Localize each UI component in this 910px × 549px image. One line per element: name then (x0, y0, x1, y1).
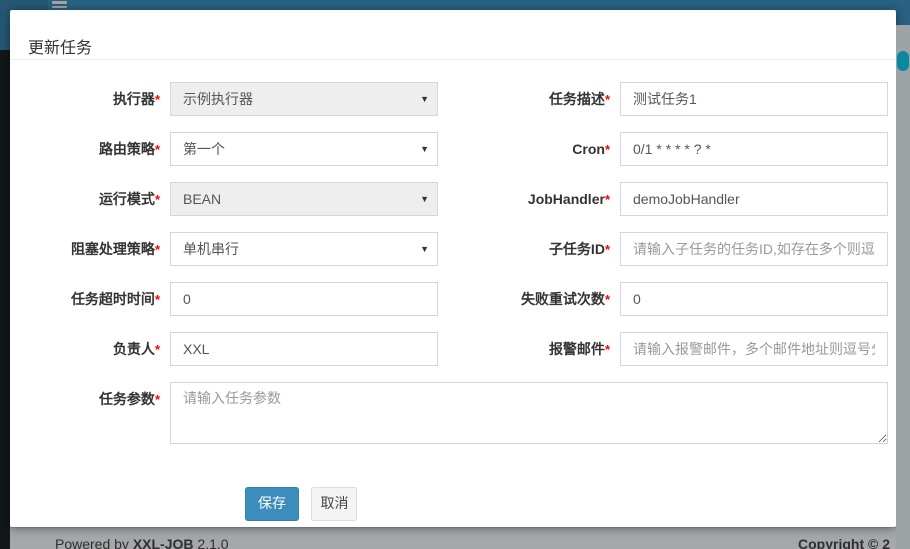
scrollbar-thumb[interactable] (897, 51, 909, 71)
form-row: 运行模式* BEAN ▼ JobHandler* (10, 182, 896, 217)
update-task-form: 执行器* 示例执行器 ▼ 任务描述* 路由策略* 第一个 ▼ Cron* (10, 60, 896, 521)
fail-retry-label: 失败重试次数* (438, 282, 610, 317)
required-marker: * (155, 342, 160, 357)
required-marker: * (155, 192, 160, 207)
block-strategy-select[interactable]: 单机串行 ▼ (170, 232, 438, 266)
chevron-down-icon: ▼ (420, 133, 429, 165)
child-job-id-label: 子任务ID* (438, 232, 610, 267)
modal-header: 更新任务 (10, 10, 896, 60)
form-row: 阻塞处理策略* 单机串行 ▼ 子任务ID* (10, 232, 896, 267)
required-marker: * (155, 392, 160, 407)
required-marker: * (605, 192, 610, 207)
timeout-input[interactable] (170, 282, 438, 316)
alarm-email-input[interactable] (620, 332, 888, 366)
child-job-id-input[interactable] (620, 232, 888, 266)
job-desc-input[interactable] (620, 82, 888, 116)
author-label: 负责人* (10, 332, 160, 367)
cron-input[interactable] (620, 132, 888, 166)
chevron-down-icon: ▼ (420, 233, 429, 265)
required-marker: * (155, 292, 160, 307)
alarm-email-label: 报警邮件* (438, 332, 610, 367)
timeout-label: 任务超时时间* (10, 282, 160, 317)
fail-retry-input[interactable] (620, 282, 888, 316)
job-desc-label: 任务描述* (438, 82, 610, 117)
route-strategy-label: 路由策略* (10, 132, 160, 167)
jobhandler-input[interactable] (620, 182, 888, 216)
form-row: 任务参数* (10, 382, 896, 444)
chevron-down-icon: ▼ (420, 83, 429, 115)
update-task-modal: 更新任务 执行器* 示例执行器 ▼ 任务描述* 路由策略* 第一个 ▼ (10, 10, 896, 527)
required-marker: * (605, 92, 610, 107)
modal-title: 更新任务 (28, 40, 92, 57)
glue-type-label: 运行模式* (10, 182, 160, 217)
glue-type-select: BEAN ▼ (170, 182, 438, 216)
required-marker: * (155, 92, 160, 107)
cron-label: Cron* (438, 132, 610, 167)
button-row: 保存 取消 (10, 487, 896, 521)
route-strategy-select-value: 第一个 (183, 141, 225, 157)
block-strategy-label: 阻塞处理策略* (10, 232, 160, 267)
required-marker: * (605, 242, 610, 257)
cancel-button[interactable]: 取消 (311, 487, 357, 521)
required-marker: * (605, 142, 610, 157)
save-button[interactable]: 保存 (245, 487, 299, 521)
job-param-textarea[interactable] (170, 382, 888, 444)
executor-select-value: 示例执行器 (183, 91, 253, 107)
executor-select: 示例执行器 ▼ (170, 82, 438, 116)
route-strategy-select[interactable]: 第一个 ▼ (170, 132, 438, 166)
form-row: 路由策略* 第一个 ▼ Cron* (10, 132, 896, 167)
form-row: 执行器* 示例执行器 ▼ 任务描述* (10, 82, 896, 117)
form-row: 负责人* 报警邮件* (10, 332, 896, 367)
scrollbar-track[interactable] (896, 25, 910, 549)
author-input[interactable] (170, 332, 438, 366)
required-marker: * (155, 242, 160, 257)
required-marker: * (605, 292, 610, 307)
jobhandler-label: JobHandler* (438, 182, 610, 217)
form-row: 任务超时时间* 失败重试次数* (10, 282, 896, 317)
executor-label: 执行器* (10, 82, 160, 117)
block-strategy-select-value: 单机串行 (183, 241, 239, 257)
chevron-down-icon: ▼ (420, 183, 429, 215)
required-marker: * (155, 142, 160, 157)
required-marker: * (605, 342, 610, 357)
job-param-label: 任务参数* (10, 382, 160, 444)
glue-type-select-value: BEAN (183, 191, 221, 207)
